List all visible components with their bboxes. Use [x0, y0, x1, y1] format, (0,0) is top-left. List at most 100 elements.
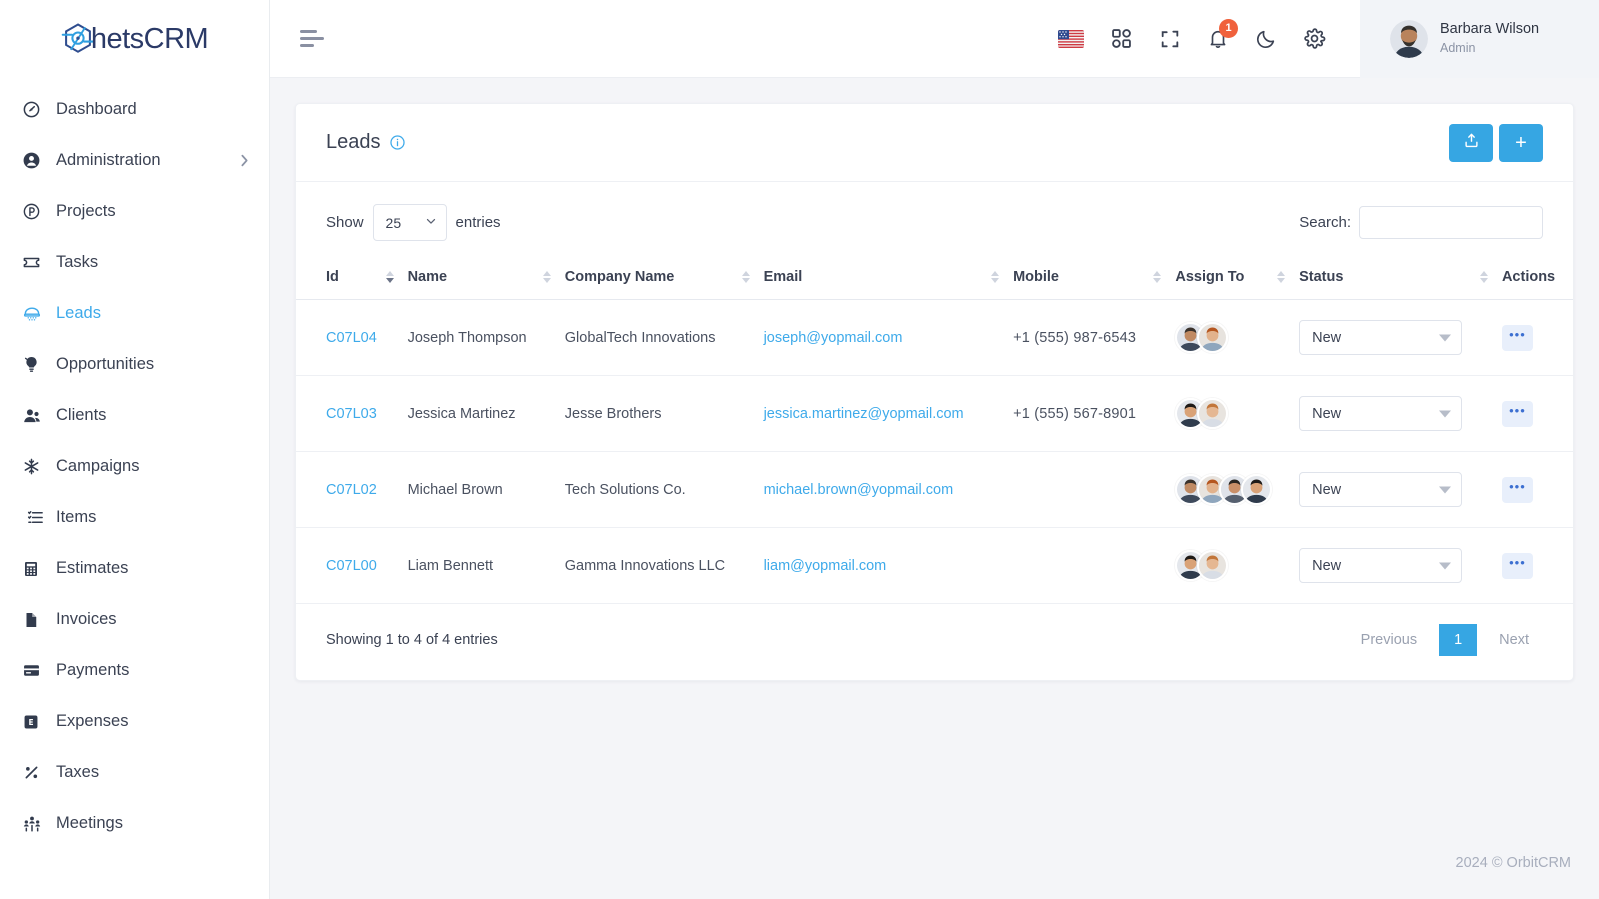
column-header-company[interactable]: Company Name [564, 255, 764, 300]
status-select[interactable]: NewContactedQualifiedLost [1299, 396, 1463, 431]
page-length-select-wrap: 25 [372, 204, 447, 241]
assignee-avatar-group[interactable] [1175, 322, 1299, 353]
cell-email: michael.brown@yopmail.com [763, 451, 1014, 528]
assignee-avatar-group[interactable] [1175, 550, 1299, 581]
email-link[interactable]: jessica.martinez@yopmail.com [764, 406, 964, 422]
sort-arrows-icon [741, 271, 750, 283]
sidebar-item-administration[interactable]: Administration [0, 135, 269, 186]
row-actions-button[interactable]: ••• [1501, 476, 1533, 503]
table-row: C07L04 Joseph Thompson GlobalTech Innovati… [296, 299, 1573, 376]
email-link[interactable]: joseph@yopmail.com [764, 330, 903, 346]
assignee-avatar-group[interactable] [1175, 398, 1299, 429]
sort-arrows-icon [991, 271, 1000, 283]
sidebar-item-items[interactable]: Items [0, 492, 269, 543]
sort-arrows-icon [385, 271, 394, 283]
table-toolbar: Show 25 entries Search: [296, 182, 1573, 255]
sidebar-item-label: Leads [56, 304, 101, 322]
hamburger-icon[interactable] [300, 30, 324, 47]
pagination-page-1[interactable]: 1 [1439, 624, 1478, 656]
sidebar-item-label: Taxes [56, 763, 100, 781]
cell-mobile: +1 (555) 987-6543 [1013, 299, 1176, 376]
gauge-icon [22, 100, 48, 119]
sidebar-item-invoices[interactable]: Invoices [0, 594, 269, 645]
column-header-actions: Actions [1501, 255, 1573, 300]
assignee-avatar [1197, 550, 1229, 581]
column-header-mobile[interactable]: Mobile [1013, 255, 1176, 300]
sidebar-item-meetings[interactable]: Meetings [0, 798, 269, 849]
column-header-status[interactable]: Status [1299, 255, 1502, 300]
column-header-assign-to[interactable]: Assign To [1175, 255, 1300, 300]
settings-gear-icon[interactable] [1303, 27, 1326, 50]
card-header-actions: + [1449, 123, 1543, 162]
topbar-icons: 1 [1058, 18, 1326, 50]
sidebar-item-tasks[interactable]: Tasks [0, 237, 269, 288]
pagination-next[interactable]: Next [1485, 625, 1543, 655]
column-header-email[interactable]: Email [763, 255, 1014, 300]
export-button[interactable] [1449, 123, 1493, 162]
row-actions-button[interactable]: ••• [1501, 552, 1533, 579]
sidebar-item-opportunities[interactable]: Opportunities [0, 339, 269, 390]
cell-assign-to [1175, 375, 1300, 452]
lead-id-link[interactable]: C07L02 [326, 482, 377, 498]
file-icon [22, 611, 48, 629]
cell-email: joseph@yopmail.com [763, 299, 1014, 376]
sidebar-item-label: Clients [56, 406, 107, 424]
info-circle-icon[interactable] [389, 134, 406, 151]
email-link[interactable]: liam@yopmail.com [764, 558, 887, 574]
cell-assign-to [1175, 527, 1300, 604]
lead-id-link[interactable]: C07L04 [326, 330, 377, 346]
brand-logo[interactable]: hetsCRM [0, 0, 269, 78]
page-length-select[interactable]: 25 [372, 204, 447, 241]
dark-mode-moon-icon[interactable] [1255, 28, 1277, 50]
status-select[interactable]: NewContactedQualifiedLost [1299, 320, 1463, 355]
language-flag-us-icon[interactable] [1058, 29, 1084, 48]
column-label: Mobile [1013, 269, 1059, 285]
search-label: Search: [1299, 214, 1351, 231]
lead-id-link[interactable]: C07L00 [326, 558, 377, 574]
sidebar-item-leads[interactable]: Leads [0, 288, 269, 339]
lightbulb-icon [22, 355, 48, 374]
lead-id-link[interactable]: C07L03 [326, 406, 377, 422]
apps-grid-icon[interactable] [1110, 27, 1133, 50]
show-entries-control: Show 25 entries [326, 204, 501, 241]
notification-badge: 1 [1219, 18, 1238, 38]
sidebar-item-dashboard[interactable]: Dashboard [0, 84, 269, 135]
sidebar-item-clients[interactable]: Clients [0, 390, 269, 441]
sidebar-item-estimates[interactable]: Estimates [0, 543, 269, 594]
upload-export-icon [1463, 132, 1480, 153]
sidebar-item-campaigns[interactable]: Campaigns [0, 441, 269, 492]
p-circle-icon [22, 202, 48, 221]
calculator-icon [22, 560, 48, 578]
meeting-people-icon [22, 814, 48, 834]
chets-logo-icon [61, 22, 95, 56]
status-select[interactable]: NewContactedQualifiedLost [1299, 548, 1463, 583]
assignee-avatar-group[interactable] [1175, 474, 1299, 505]
profile-menu[interactable]: Barbara Wilson Admin [1360, 0, 1599, 78]
row-actions-button[interactable]: ••• [1501, 324, 1533, 351]
sidebar-item-label: Campaigns [56, 457, 140, 475]
profile-role: Admin [1440, 40, 1476, 55]
sort-arrows-icon [542, 271, 551, 283]
notification-bell-icon[interactable]: 1 [1207, 18, 1238, 50]
column-header-name[interactable]: Name [407, 255, 565, 300]
sidebar-item-label: Opportunities [56, 355, 155, 373]
add-lead-button[interactable]: + [1499, 123, 1543, 162]
status-select[interactable]: NewContactedQualifiedLost [1299, 472, 1463, 507]
column-header-id[interactable]: Id [296, 255, 408, 300]
sidebar-item-projects[interactable]: Projects [0, 186, 269, 237]
email-link[interactable]: michael.brown@yopmail.com [764, 482, 954, 498]
sidebar-item-expenses[interactable]: Expenses [0, 696, 269, 747]
sidebar-item-label: Meetings [56, 814, 123, 832]
sidebar-item-payments[interactable]: Payments [0, 645, 269, 696]
sidebar-item-taxes[interactable]: Taxes [0, 747, 269, 798]
cell-company: Tech Solutions Co. [564, 451, 764, 528]
profile-text: Barbara Wilson Admin [1440, 20, 1539, 56]
row-actions-button[interactable]: ••• [1501, 400, 1533, 427]
snowflake-icon [22, 457, 48, 476]
pagination-previous[interactable]: Previous [1347, 625, 1431, 655]
search-input[interactable] [1359, 206, 1543, 239]
page-title: Leads [326, 131, 406, 154]
main-area: 1 Barbara Wilson Admin Leads + Show 25 e… [270, 0, 1599, 899]
table-row: C07L02 Michael Brown Tech Solutions Co. mic… [296, 451, 1573, 528]
fullscreen-icon[interactable] [1159, 28, 1181, 50]
